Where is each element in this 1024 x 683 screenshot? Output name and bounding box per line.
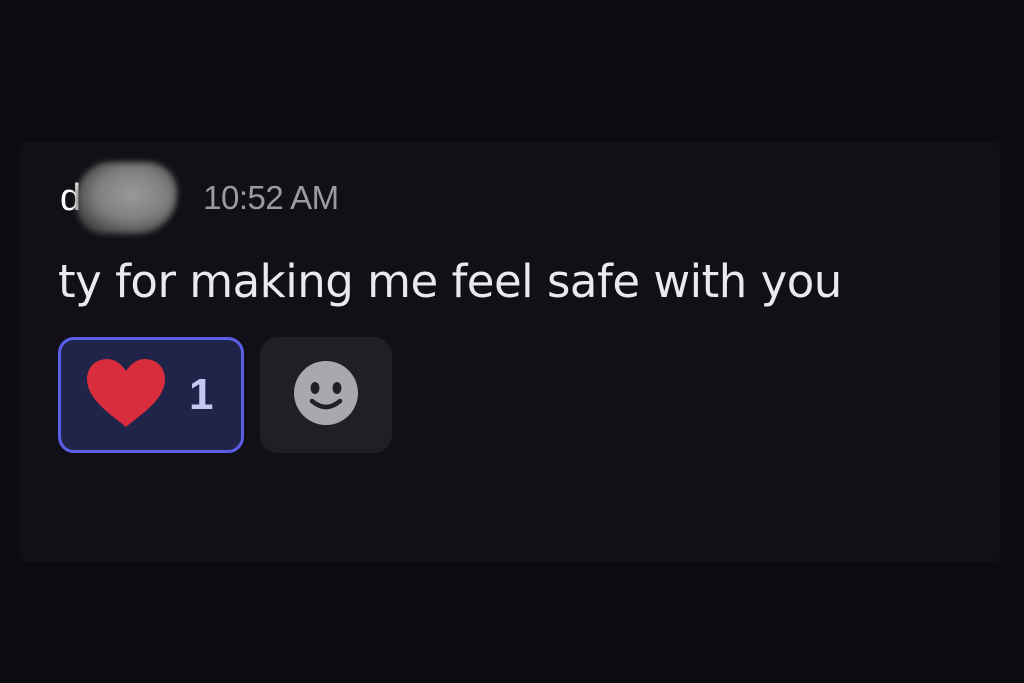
reactions-bar: 1 (58, 337, 392, 453)
chat-screen: d 10:52 AM ty for making me feel safe wi… (0, 0, 1024, 683)
reaction-count: 1 (189, 370, 214, 419)
smiley-add-reaction-icon (293, 360, 359, 431)
add-reaction-button[interactable] (260, 337, 392, 453)
heart-icon (85, 357, 167, 434)
redacted-username-blur (77, 162, 178, 234)
message-body: ty for making me feel safe with you (58, 255, 842, 308)
message-timestamp: 10:52 AM (203, 179, 339, 216)
message-header: d 10:52 AM (60, 162, 339, 234)
heart-reaction-button[interactable]: 1 (58, 337, 244, 453)
